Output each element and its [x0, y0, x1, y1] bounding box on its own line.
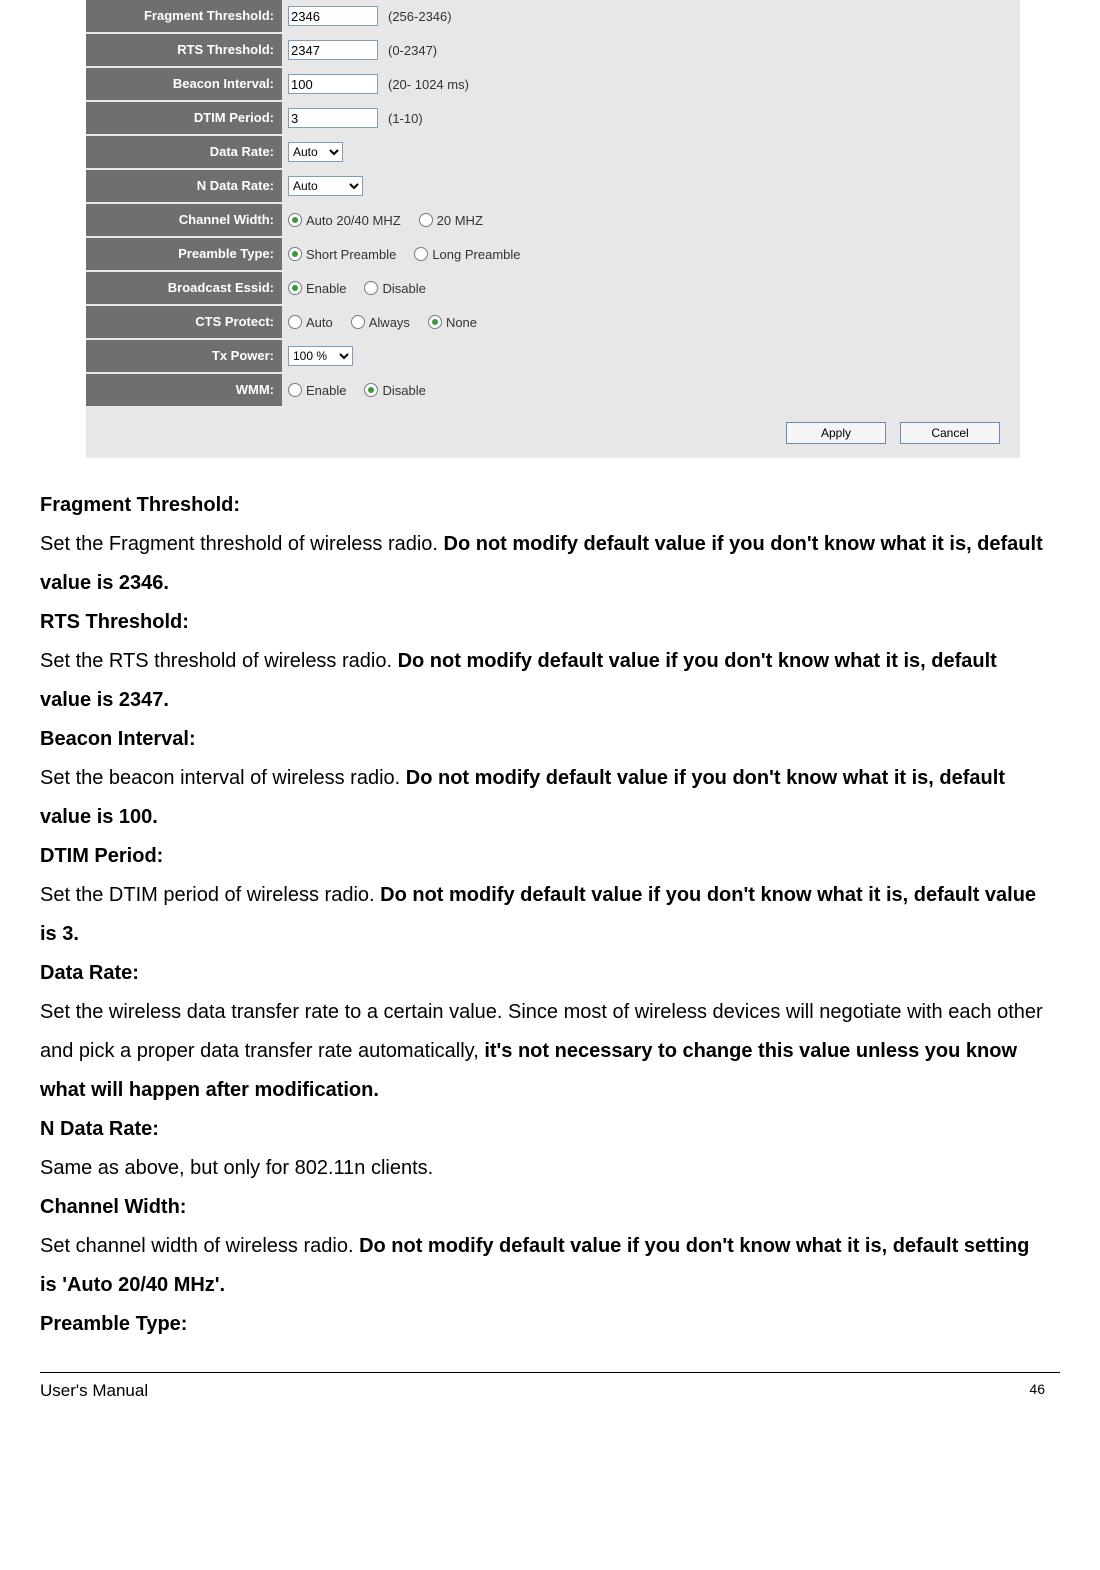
radio-icon	[414, 247, 428, 261]
preamble-long-radio[interactable]: Long Preamble	[414, 247, 520, 262]
data-rate-select[interactable]: Auto	[288, 142, 343, 162]
rts-heading: RTS Threshold:	[40, 611, 189, 633]
beacon-heading: Beacon Interval:	[40, 728, 196, 750]
rts-threshold-input[interactable]	[288, 40, 378, 60]
n-data-rate-select[interactable]: Auto	[288, 176, 363, 196]
wmm-enable-radio[interactable]: Enable	[288, 383, 346, 398]
wmm-disable-radio[interactable]: Disable	[364, 383, 425, 398]
fragment-threshold-hint: (256-2346)	[388, 9, 452, 24]
dtim-period-hint: (1-10)	[388, 111, 423, 126]
radio-icon	[288, 383, 302, 397]
tx-power-label: Tx Power:	[86, 340, 282, 372]
fragment-threshold-input[interactable]	[288, 6, 378, 26]
radio-icon	[288, 247, 302, 261]
radio-icon	[351, 315, 365, 329]
page-number: 46	[1029, 1381, 1045, 1401]
dtim-period-input[interactable]	[288, 108, 378, 128]
radio-icon	[364, 281, 378, 295]
chwidth-text: Set channel width of wireless radio.	[40, 1235, 359, 1257]
radio-icon	[288, 315, 302, 329]
dtim-heading: DTIM Period:	[40, 845, 163, 867]
broadcast-essid-label: Broadcast Essid:	[86, 272, 282, 304]
radio-icon	[428, 315, 442, 329]
dtim-text: Set the DTIM period of wireless radio.	[40, 884, 380, 906]
channel-width-auto-radio[interactable]: Auto 20/40 MHZ	[288, 213, 401, 228]
cancel-button[interactable]: Cancel	[900, 422, 1000, 444]
tx-power-select[interactable]: 100 %	[288, 346, 353, 366]
rts-threshold-label: RTS Threshold:	[86, 34, 282, 66]
preamble-short-radio[interactable]: Short Preamble	[288, 247, 396, 262]
beacon-interval-input[interactable]	[288, 74, 378, 94]
radio-icon	[419, 213, 433, 227]
beacon-interval-hint: (20- 1024 ms)	[388, 77, 469, 92]
frag-text: Set the Fragment threshold of wireless r…	[40, 533, 444, 555]
preamble-heading: Preamble Type:	[40, 1313, 187, 1335]
broadcast-disable-radio[interactable]: Disable	[364, 281, 425, 296]
cts-always-radio[interactable]: Always	[351, 315, 410, 330]
channel-width-label: Channel Width:	[86, 204, 282, 236]
dtim-period-label: DTIM Period:	[86, 102, 282, 134]
radio-icon	[288, 213, 302, 227]
radio-icon	[364, 383, 378, 397]
cts-none-radio[interactable]: None	[428, 315, 477, 330]
rts-threshold-hint: (0-2347)	[388, 43, 437, 58]
ndatarate-text: Same as above, but only for 802.11n clie…	[40, 1157, 433, 1179]
beacon-text: Set the beacon interval of wireless radi…	[40, 767, 406, 789]
settings-panel: Fragment Threshold: (256-2346) RTS Thres…	[86, 0, 1020, 458]
rts-text: Set the RTS threshold of wireless radio.	[40, 650, 398, 672]
fragment-threshold-label: Fragment Threshold:	[86, 0, 282, 32]
datarate-heading: Data Rate:	[40, 962, 139, 984]
ndatarate-heading: N Data Rate:	[40, 1118, 159, 1140]
preamble-type-label: Preamble Type:	[86, 238, 282, 270]
footer-title: User's Manual	[40, 1381, 148, 1401]
page-footer: User's Manual 46	[40, 1372, 1060, 1411]
cts-auto-radio[interactable]: Auto	[288, 315, 333, 330]
radio-icon	[288, 281, 302, 295]
wmm-label: WMM:	[86, 374, 282, 406]
apply-button[interactable]: Apply	[786, 422, 886, 444]
document-body: Fragment Threshold: Set the Fragment thr…	[40, 486, 1060, 1344]
frag-heading: Fragment Threshold:	[40, 494, 240, 516]
chwidth-heading: Channel Width:	[40, 1196, 186, 1218]
beacon-interval-label: Beacon Interval:	[86, 68, 282, 100]
cts-protect-label: CTS Protect:	[86, 306, 282, 338]
n-data-rate-label: N Data Rate:	[86, 170, 282, 202]
channel-width-20-radio[interactable]: 20 MHZ	[419, 213, 483, 228]
broadcast-enable-radio[interactable]: Enable	[288, 281, 346, 296]
data-rate-label: Data Rate:	[86, 136, 282, 168]
